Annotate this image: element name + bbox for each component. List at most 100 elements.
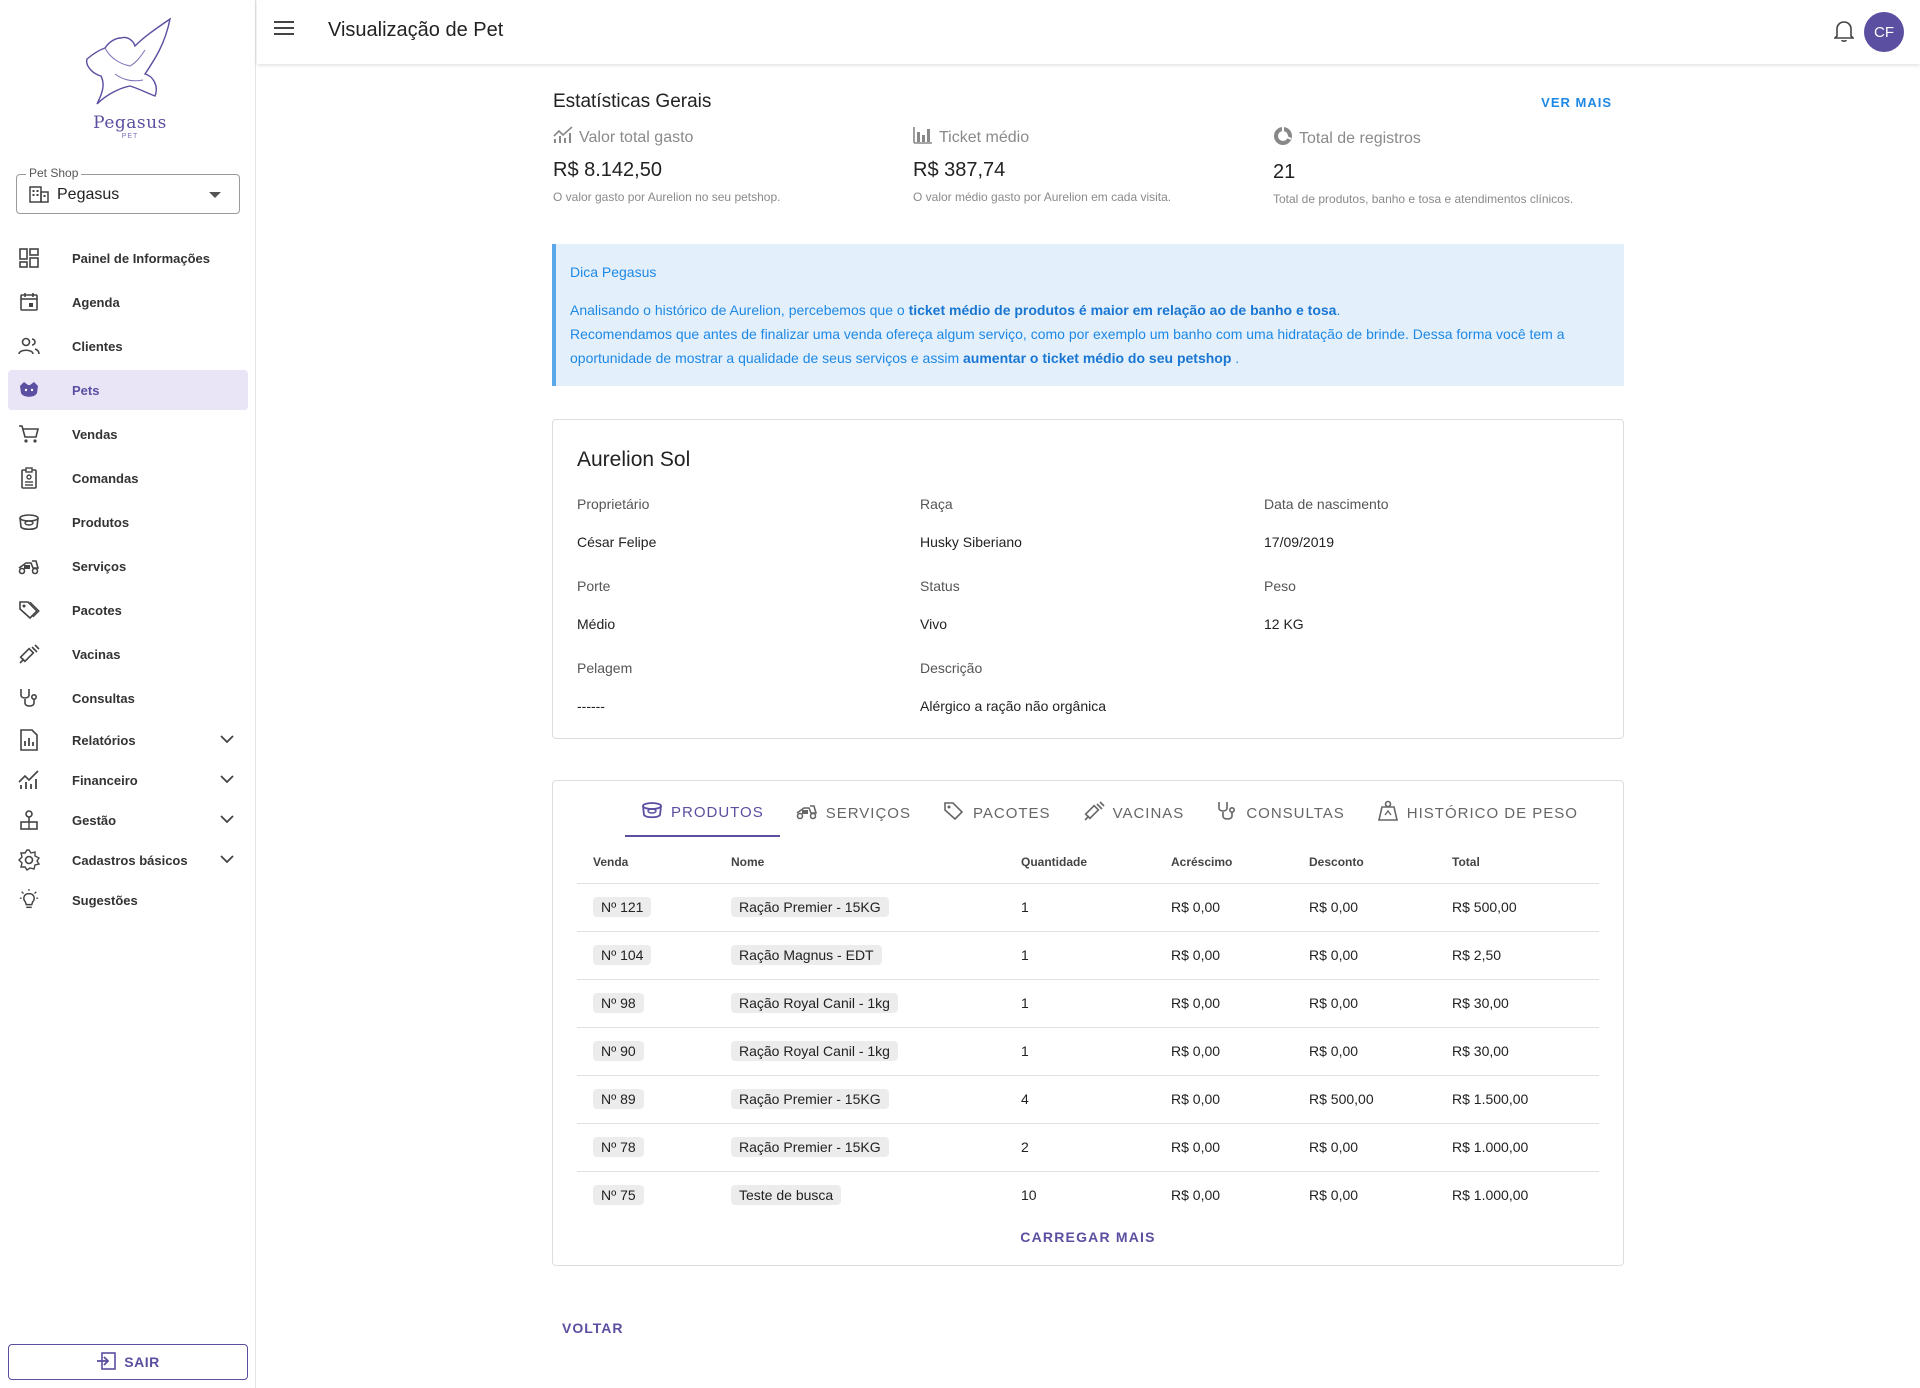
tab-historico-peso[interactable]: HISTÓRICO DE PESO — [1361, 789, 1594, 837]
syringe-icon — [18, 643, 40, 665]
sidebar-item-relatorios[interactable]: Relatórios — [8, 722, 248, 758]
sidebar-item-vacinas[interactable]: Vacinas — [8, 634, 248, 674]
tab-label: HISTÓRICO DE PESO — [1406, 804, 1578, 822]
field-value: Médio — [577, 616, 616, 632]
sale-chip[interactable]: Nº 121 — [593, 897, 652, 917]
bell-icon[interactable] — [1833, 20, 1855, 47]
sale-chip[interactable]: Nº 75 — [593, 1185, 644, 1206]
sidebar-item-vendas[interactable]: Vendas — [8, 414, 248, 454]
cell-addition: R$ 0,00 — [1171, 1187, 1221, 1204]
scooter-icon — [796, 801, 818, 825]
sidebar: Pegasus PET Pet Shop Pegasus Painel de I… — [0, 0, 256, 1388]
cell-total: R$ 30,00 — [1436, 979, 1599, 1028]
stat-average-ticket: Ticket médio R$ 387,74 O valor médio gas… — [913, 126, 1243, 204]
donut-icon — [1273, 126, 1293, 151]
cell-total: R$ 500,00 — [1436, 883, 1599, 932]
cell-quantity: 1 — [1005, 1027, 1155, 1076]
table-row[interactable]: Nº 121 Ração Premier - 15KG 1 R$ 0,00 R$… — [577, 883, 1599, 932]
cell-addition: R$ 0,00 — [1155, 883, 1293, 932]
pegasus-logo: Pegasus PET — [70, 14, 190, 140]
cell-total: R$ 30,00 — [1436, 1027, 1599, 1076]
field-weight: Peso 12 KG — [1264, 578, 1564, 632]
product-chip[interactable]: Teste de busca — [731, 1185, 842, 1206]
pet-shop-select[interactable]: Pet Shop Pegasus — [16, 166, 240, 214]
sale-chip[interactable]: Nº 78 — [593, 1137, 644, 1157]
tab-vacinas[interactable]: VACINAS — [1067, 789, 1201, 837]
product-chip[interactable]: Ração Premier - 15KG — [731, 1089, 889, 1109]
tab-label: VACINAS — [1112, 804, 1185, 822]
column-header: Venda — [577, 841, 715, 884]
tab-servicos[interactable]: SERVIÇOS — [780, 789, 927, 837]
cell-discount: R$ 0,00 — [1293, 1123, 1436, 1172]
sale-chip[interactable]: Nº 104 — [593, 945, 652, 965]
cell-addition: R$ 0,00 — [1155, 1123, 1293, 1172]
sidebar-item-comandas[interactable]: Comandas — [8, 458, 248, 498]
cell-name: Ração Royal Canil - 1kg — [715, 1027, 1005, 1076]
sidebar-item-consultas[interactable]: Consultas — [8, 678, 248, 718]
sidebar-item-pacotes[interactable]: Pacotes — [8, 590, 248, 630]
sidebar-item-agenda[interactable]: Agenda — [8, 282, 248, 322]
product-chip[interactable]: Ração Magnus - EDT — [731, 945, 882, 965]
see-more-link[interactable]: VER MAIS — [1541, 95, 1612, 110]
scooter-icon — [18, 555, 40, 577]
cell-sale: Nº 104 — [577, 931, 715, 980]
sidebar-item-sugestoes[interactable]: Sugestões — [8, 882, 248, 918]
sidebar-item-financeiro[interactable]: Financeiro — [8, 762, 248, 798]
sidebar-item-pets[interactable]: Pets — [8, 370, 248, 410]
cell-discount: R$ 0,00 — [1293, 931, 1436, 980]
product-chip[interactable]: Ração Royal Canil - 1kg — [731, 1041, 898, 1061]
back-button[interactable]: VOLTAR — [562, 1320, 623, 1336]
top-bar: Visualização de Pet CF — [257, 0, 1920, 64]
sale-chip[interactable]: Nº 98 — [593, 993, 644, 1013]
sidebar-item-label: Pacotes — [72, 602, 122, 618]
sidebar-item-produtos[interactable]: Produtos — [8, 502, 248, 542]
table-row[interactable]: Nº 98 Ração Royal Canil - 1kg 1 R$ 0,00 … — [577, 979, 1599, 1028]
tab-produtos[interactable]: PRODUTOS — [625, 789, 780, 837]
cell-addition: R$ 0,00 — [1155, 979, 1293, 1028]
sale-chip[interactable]: Nº 90 — [593, 1041, 644, 1061]
product-chip[interactable]: Ração Royal Canil - 1kg — [731, 993, 898, 1013]
cell-quantity: 4 — [1005, 1075, 1155, 1124]
chevron-down-icon — [220, 731, 234, 749]
product-chip[interactable]: Ração Premier - 15KG — [731, 897, 889, 917]
sidebar-item-label: Cadastros básicos — [72, 852, 188, 868]
field-label: Descrição — [920, 660, 983, 676]
sidebar-item-label: Gestão — [72, 812, 117, 828]
cell-quantity: 1 — [1005, 931, 1155, 980]
stethoscope-icon — [18, 687, 40, 709]
field-value: César Felipe — [577, 534, 657, 550]
cell-addition: R$ 0,00 — [1155, 1075, 1293, 1124]
table-row[interactable]: Nº 78 Ração Premier - 15KG 2 R$ 0,00 R$ … — [577, 1123, 1599, 1172]
table-row[interactable]: Nº 104 Ração Magnus - EDT 1 R$ 0,00 R$ 0… — [577, 931, 1599, 980]
sidebar-item-cadastros[interactable]: Cadastros básicos — [8, 842, 248, 878]
stat-description: O valor gasto por Aurelion no seu petsho… — [553, 190, 781, 204]
column-header: Desconto — [1293, 841, 1436, 884]
field-birth-date: Data de nascimento 17/09/2019 — [1264, 496, 1564, 550]
product-chip[interactable]: Ração Premier - 15KG — [731, 1137, 889, 1157]
sidebar-item-servicos[interactable]: Serviços — [8, 546, 248, 586]
table-row[interactable]: Nº 90 Ração Royal Canil - 1kg 1 R$ 0,00 … — [577, 1027, 1599, 1076]
stethoscope-icon — [1216, 800, 1238, 826]
sidebar-item-gestao[interactable]: Gestão — [8, 802, 248, 838]
sidebar-item-clientes[interactable]: Clientes — [8, 326, 248, 366]
field-label: Status — [920, 578, 960, 594]
sidebar-item-label: Sugestões — [72, 892, 138, 908]
tab-pacotes[interactable]: PACOTES — [927, 789, 1067, 837]
tab-consultas[interactable]: CONSULTAS — [1200, 789, 1360, 837]
pet-details-card: Aurelion Sol Proprietário César Felipe R… — [552, 419, 1624, 739]
sidebar-item-label: Serviços — [72, 558, 127, 574]
field-breed: Raça Husky Siberiano — [920, 496, 1220, 550]
sidebar-item-painel[interactable]: Painel de Informações — [8, 238, 248, 278]
chevron-down-icon — [220, 771, 234, 789]
sale-chip[interactable]: Nº 89 — [593, 1089, 644, 1109]
cell-total: R$ 1.000,00 — [1452, 1187, 1529, 1204]
menu-icon[interactable] — [274, 20, 294, 41]
load-more-button[interactable]: CARREGAR MAIS — [553, 1229, 1623, 1245]
field-value: 12 KG — [1264, 616, 1304, 632]
clipboard-icon — [18, 467, 40, 489]
avatar[interactable]: CF — [1864, 12, 1904, 52]
table-row[interactable]: Nº 89 Ração Premier - 15KG 4 R$ 0,00 R$ … — [577, 1075, 1599, 1124]
table-row[interactable]: Nº 75 Teste de busca 10 R$ 0,00 R$ 0,00 … — [577, 1171, 1599, 1219]
bowl-icon — [18, 511, 40, 533]
logout-button[interactable]: SAIR — [8, 1344, 248, 1380]
